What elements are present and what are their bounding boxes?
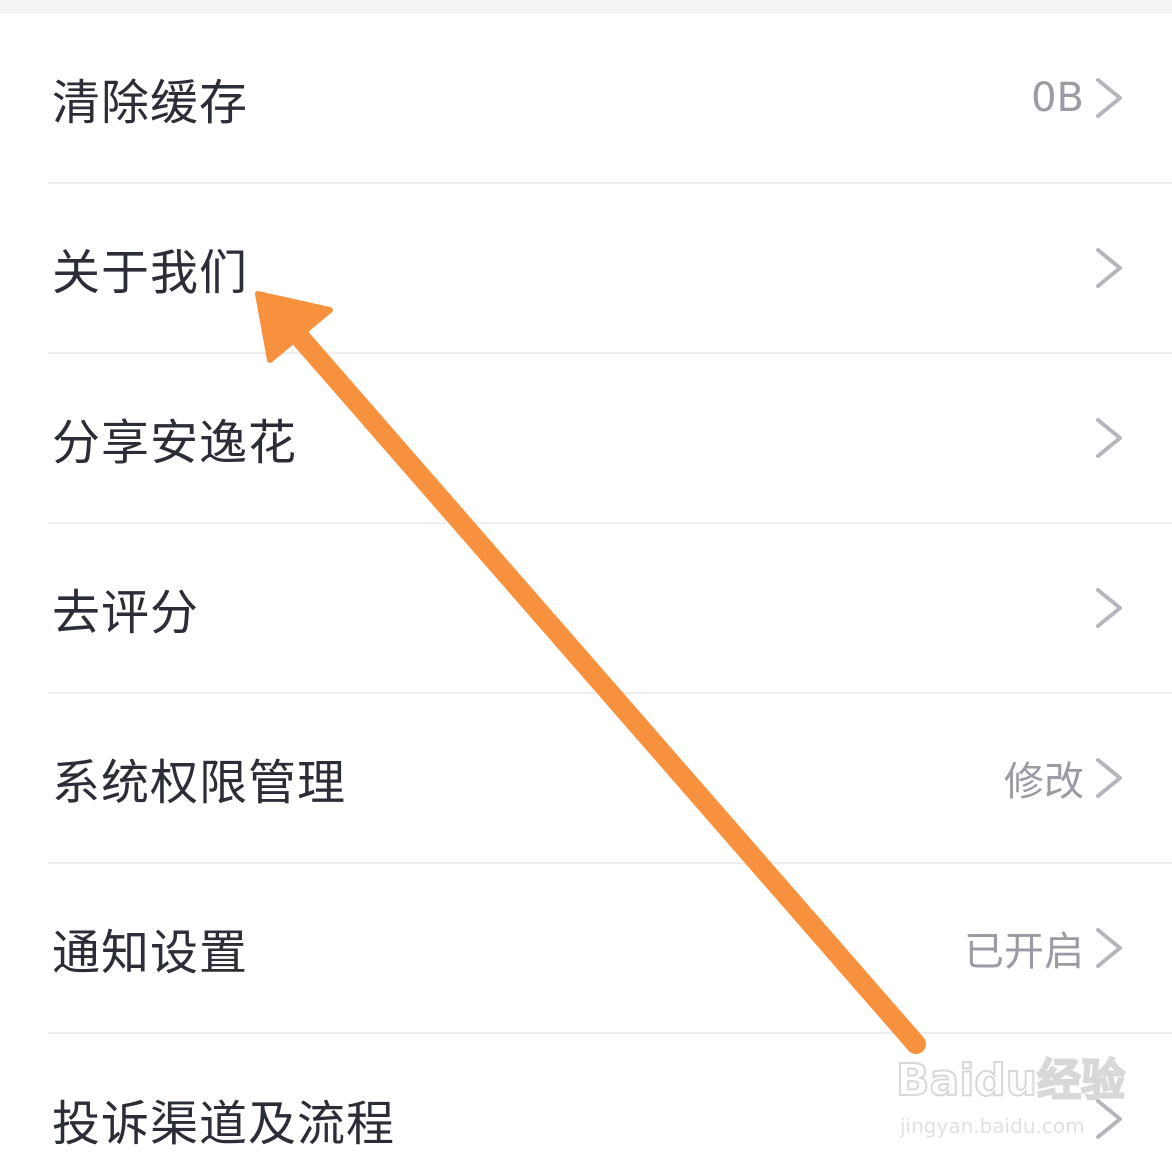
settings-item-label: 投诉渠道及流程 (52, 1096, 396, 1152)
chevron-right-icon (1096, 588, 1122, 628)
chevron-right-icon (1096, 758, 1122, 798)
settings-item-label: 去评分 (52, 585, 200, 641)
permission-status-value: 修改 (1004, 759, 1084, 805)
baidu-jingyan-watermark: Baidu经验 jingyan.baidu.com (895, 1044, 1126, 1148)
settings-item-rate-app[interactable]: 去评分 (48, 524, 1172, 694)
chevron-right-icon (1096, 248, 1122, 288)
settings-item-label: 清除缓存 (52, 75, 249, 131)
settings-item-clear-cache[interactable]: 清除缓存 0B (48, 14, 1172, 184)
notification-status-value: 已开启 (964, 929, 1084, 975)
chevron-right-icon (1096, 418, 1122, 458)
cache-size-value: 0B (1031, 75, 1084, 121)
settings-item-label: 分享安逸花 (52, 415, 298, 471)
settings-item-label: 通知设置 (52, 925, 249, 981)
settings-page: 清除缓存 0B 关于我们 分享安逸花 去评分 系统权限管理 修改 通知设置 已开… (0, 0, 1172, 1172)
top-band (0, 0, 1172, 14)
settings-item-label: 关于我们 (52, 245, 249, 301)
settings-item-about-us[interactable]: 关于我们 (48, 184, 1172, 354)
settings-item-notification-settings[interactable]: 通知设置 已开启 (48, 864, 1172, 1034)
settings-item-share-app[interactable]: 分享安逸花 (48, 354, 1172, 524)
chevron-right-icon (1096, 928, 1122, 968)
settings-item-permission-management[interactable]: 系统权限管理 修改 (48, 694, 1172, 864)
settings-item-label: 系统权限管理 (52, 755, 347, 811)
watermark-url: jingyan.baidu.com (900, 1114, 1085, 1138)
watermark-logo: Baidu经验 (895, 1054, 1126, 1107)
settings-list: 清除缓存 0B 关于我们 分享安逸花 去评分 系统权限管理 修改 通知设置 已开… (0, 14, 1172, 1172)
chevron-right-icon (1096, 78, 1122, 118)
